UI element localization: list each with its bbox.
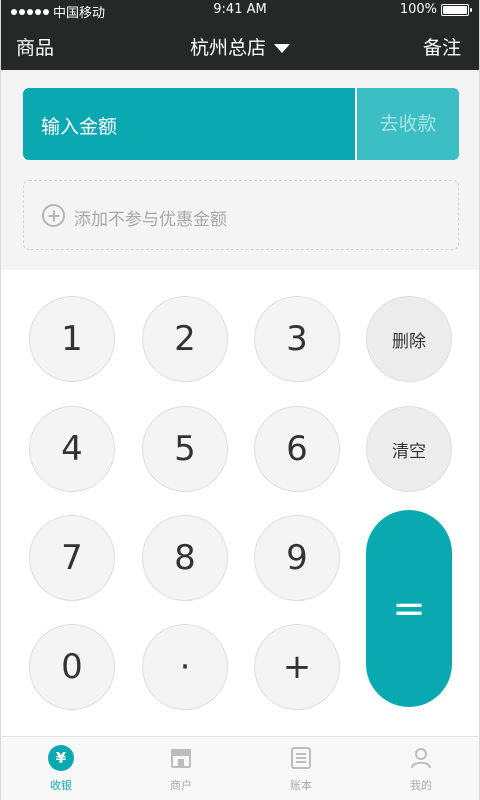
phone-screen: 中国移动 9:41 AM 100% 商品 杭州总店 备注 输入金额 去收款 添加… bbox=[0, 0, 480, 800]
key-5[interactable]: 5 bbox=[142, 406, 228, 492]
tab-bar: ¥ 收银 商户 账本 我的 bbox=[1, 736, 479, 800]
clear-key[interactable]: 清空 bbox=[366, 406, 452, 492]
tab-merchant-label: 商户 bbox=[170, 779, 192, 792]
ledger-icon bbox=[288, 745, 314, 771]
collect-button[interactable]: 去收款 bbox=[357, 88, 459, 160]
caret-down-icon bbox=[274, 44, 290, 53]
key-1[interactable]: 1 bbox=[29, 296, 115, 382]
nav-bar: 商品 杭州总店 备注 bbox=[1, 20, 479, 70]
plus-circle-icon bbox=[42, 204, 65, 227]
tab-ledger-label: 账本 bbox=[290, 779, 312, 792]
key-9[interactable]: 9 bbox=[254, 515, 340, 601]
keypad: 1 2 3 删除 4 5 6 清空 7 8 9 0 · + = bbox=[1, 270, 479, 736]
amount-input[interactable]: 输入金额 bbox=[41, 112, 117, 139]
key-6[interactable]: 6 bbox=[254, 406, 340, 492]
store-name: 杭州总店 bbox=[189, 37, 266, 59]
tab-cashier-label: 收银 bbox=[50, 779, 72, 792]
battery-icon bbox=[441, 3, 472, 16]
amount-bar: 输入金额 去收款 bbox=[23, 88, 459, 160]
add-non-discount-amount[interactable]: 添加不参与优惠金额 bbox=[23, 180, 459, 250]
yen-icon: ¥ bbox=[48, 745, 74, 771]
delete-key[interactable]: 删除 bbox=[366, 296, 452, 382]
tab-profile-label: 我的 bbox=[410, 779, 432, 792]
equals-key[interactable]: = bbox=[366, 510, 452, 707]
key-4[interactable]: 4 bbox=[29, 406, 115, 492]
store-icon bbox=[168, 745, 194, 771]
profile-icon bbox=[408, 745, 434, 771]
key-8[interactable]: 8 bbox=[142, 515, 228, 601]
input-area: 输入金额 去收款 添加不参与优惠金额 bbox=[1, 70, 479, 270]
key-0[interactable]: 0 bbox=[29, 624, 115, 710]
store-selector[interactable]: 杭州总店 bbox=[1, 33, 479, 60]
key-dot[interactable]: · bbox=[142, 624, 228, 710]
battery-percent: 100% bbox=[399, 2, 437, 17]
key-3[interactable]: 3 bbox=[254, 296, 340, 382]
tab-merchant[interactable]: 商户 bbox=[121, 737, 241, 800]
tab-ledger[interactable]: 账本 bbox=[241, 737, 361, 800]
key-7[interactable]: 7 bbox=[29, 515, 115, 601]
tab-cashier[interactable]: ¥ 收银 bbox=[1, 737, 121, 800]
status-right: 100% bbox=[399, 2, 472, 17]
add-non-discount-label: 添加不参与优惠金额 bbox=[74, 210, 227, 230]
key-2[interactable]: 2 bbox=[142, 296, 228, 382]
remark-button[interactable]: 备注 bbox=[423, 33, 461, 60]
status-bar: 中国移动 9:41 AM 100% bbox=[1, 0, 479, 21]
key-plus[interactable]: + bbox=[254, 624, 340, 710]
tab-profile[interactable]: 我的 bbox=[361, 737, 479, 800]
